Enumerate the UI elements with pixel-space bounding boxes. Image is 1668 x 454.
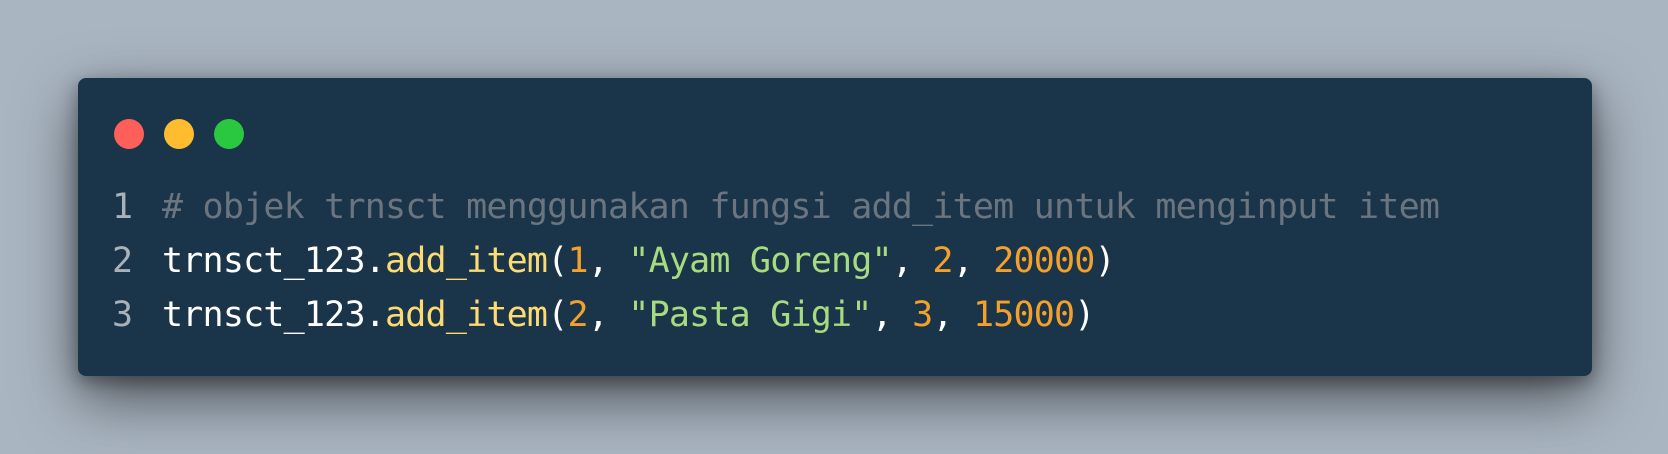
minimize-dot-icon[interactable] [164, 119, 194, 149]
code-token-num: 20000 [993, 241, 1095, 281]
close-dot-icon[interactable] [114, 119, 144, 149]
code-line: 2 trnsct_123.add_item(1, "Ayam Goreng", 2… [112, 234, 1439, 288]
code-token-punct: ) [1094, 241, 1116, 281]
line-number: 1 [112, 187, 133, 227]
code-token-num: 2 [932, 241, 953, 281]
code-token-punct: , [587, 241, 629, 281]
line-number: 2 [112, 241, 133, 281]
code-token-punct: ) [1074, 295, 1095, 335]
line-number: 3 [112, 295, 133, 335]
code-line: 1 # objek trnsct menggunakan fungsi add_i… [112, 180, 1440, 234]
code-window: 1 # objek trnsct menggunakan fungsi add_i… [78, 78, 1592, 376]
code-token-punct: ( [547, 295, 568, 335]
maximize-dot-icon[interactable] [214, 119, 244, 149]
code-token-ident: trnsct_123. [162, 295, 386, 335]
code-token-num: 15000 [972, 295, 1075, 335]
code-token-num: 2 [567, 295, 588, 335]
code-token-str: "Pasta Gigi" [628, 295, 872, 335]
code-token-num: 1 [567, 241, 588, 281]
window-controls [114, 119, 244, 149]
code-token-punct: , [587, 295, 629, 335]
code-line: 3 trnsct_123.add_item(2, "Pasta Gigi", 3,… [112, 288, 1439, 342]
code-token-num: 3 [912, 295, 933, 335]
code-token-punct: ( [547, 241, 568, 281]
code-token-punct: , [891, 241, 933, 281]
code-token-func: add_item [385, 295, 548, 335]
code-token-punct: , [871, 295, 913, 335]
code-token-comment: # objek trnsct menggunakan fungsi add_it… [162, 187, 1440, 227]
code-block: 1 # objek trnsct menggunakan fungsi add_i… [112, 180, 1440, 342]
code-token-punct: , [952, 241, 994, 281]
code-token-str: "Ayam Goreng" [628, 241, 892, 281]
code-token-punct: , [932, 295, 973, 335]
code-token-ident: trnsct_123. [162, 241, 386, 281]
code-token-func: add_item [385, 241, 548, 281]
